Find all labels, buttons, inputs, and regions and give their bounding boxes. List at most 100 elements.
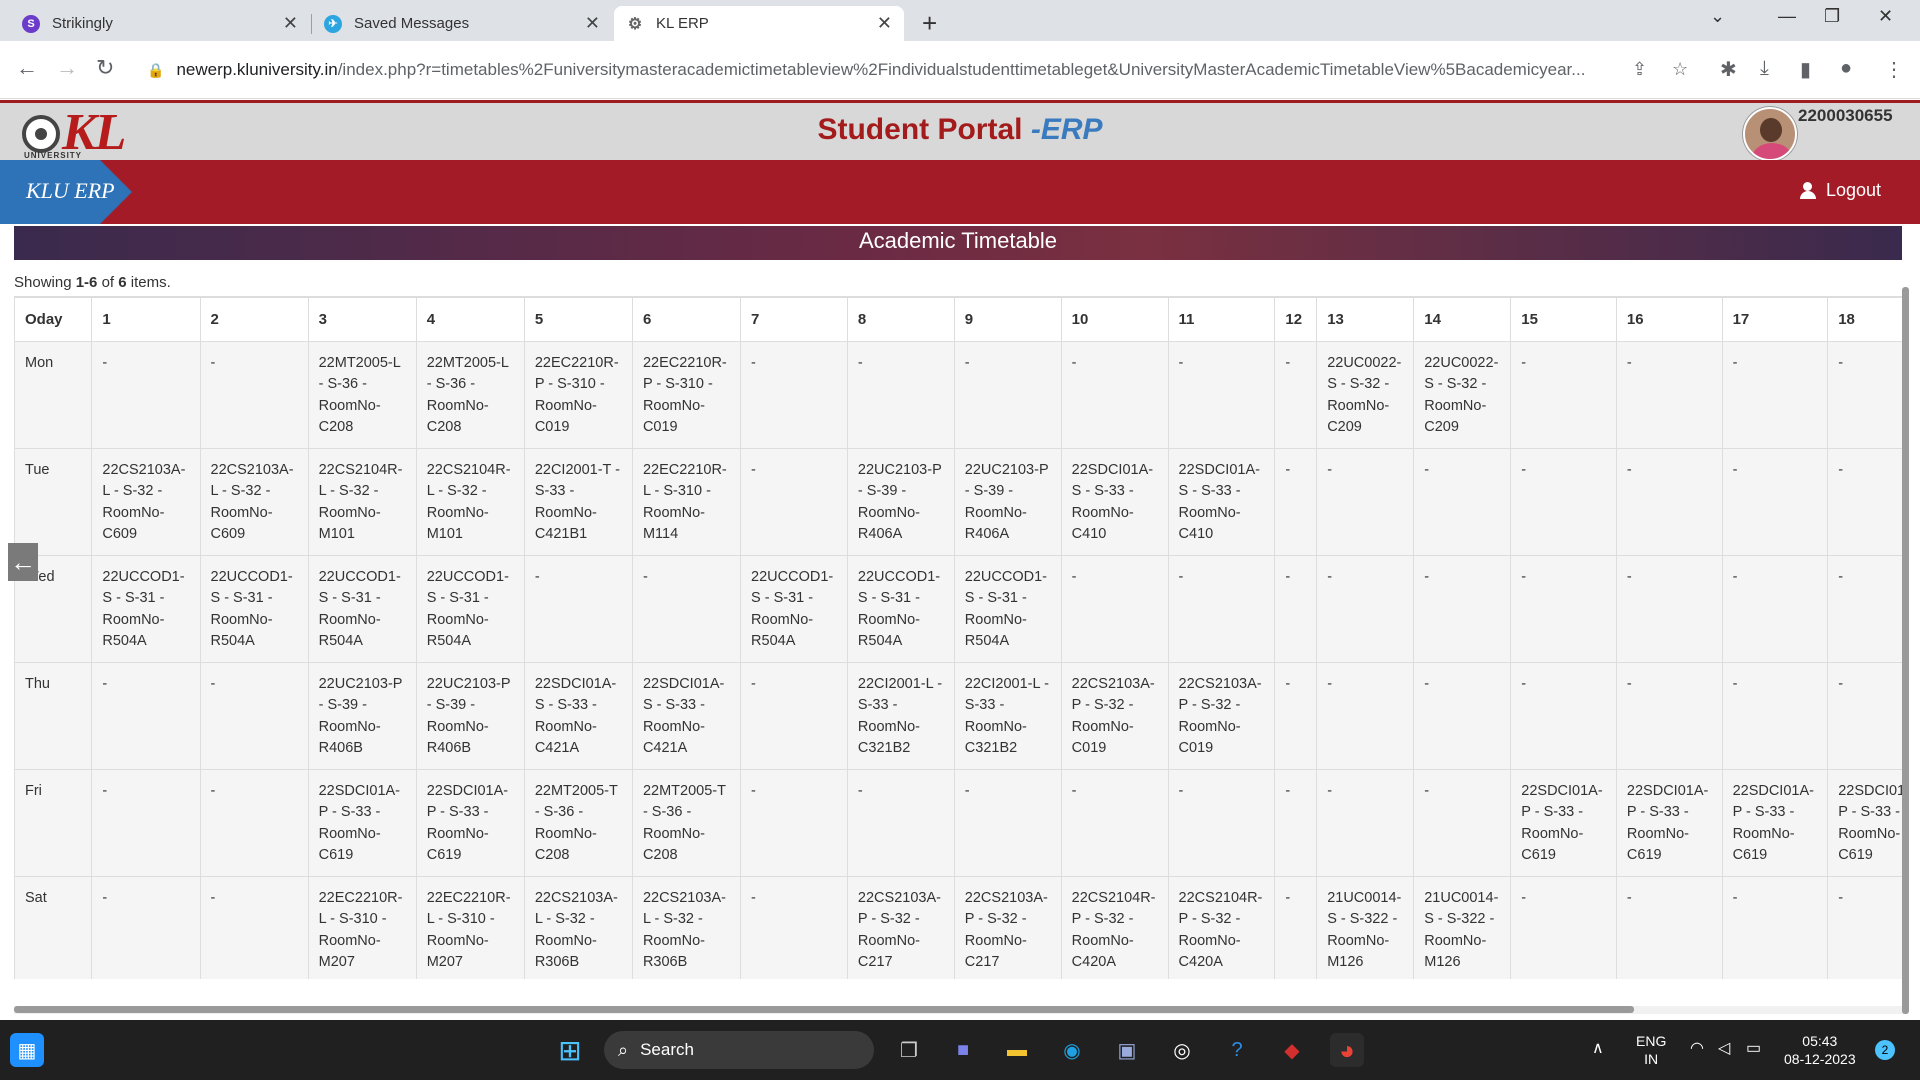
chrome-icon[interactable]: ◕ <box>1330 1033 1364 1067</box>
column-header-period[interactable]: 3 <box>307 297 417 342</box>
profile-icon[interactable]: ● <box>1840 57 1852 80</box>
column-header-period[interactable]: 10 <box>1060 297 1169 342</box>
tab-kl-erp[interactable]: ⚙ KL ERP ✕ <box>614 6 904 41</box>
browser-menu-icon[interactable]: ⋮ <box>1884 57 1904 82</box>
extensions-puzzle-icon[interactable]: ✱ <box>1720 57 1737 82</box>
reload-icon[interactable]: ↻ <box>96 55 114 81</box>
back-arrow-icon[interactable]: ← <box>16 55 38 81</box>
column-header-period[interactable]: 6 <box>631 297 742 342</box>
navbar: KLU ERP Logout <box>0 160 1920 224</box>
help-icon[interactable]: ? <box>1220 1033 1254 1067</box>
share-icon[interactable]: ⇪ <box>1632 59 1647 80</box>
lock-icon: 🔒 <box>147 61 165 78</box>
summary-range: 1-6 <box>75 274 98 291</box>
period-cell: - <box>1060 769 1169 877</box>
period-cell: - <box>953 341 1062 449</box>
period-cell: - <box>631 555 742 663</box>
column-header-period[interactable]: 18 <box>1827 297 1902 342</box>
column-header-period[interactable]: 13 <box>1316 297 1415 342</box>
store-icon[interactable]: ▣ <box>1110 1033 1144 1067</box>
column-header-period[interactable]: 7 <box>740 297 848 342</box>
new-tab-button[interactable]: + <box>922 8 937 39</box>
column-header-period[interactable]: 1 <box>91 297 201 342</box>
tab-title: Saved Messages <box>354 15 470 32</box>
period-cell: - <box>1274 341 1318 449</box>
logout-button[interactable]: Logout <box>1800 180 1881 201</box>
file-explorer-icon[interactable]: ▬ <box>1000 1033 1034 1067</box>
user-icon <box>1800 181 1822 200</box>
column-header-period[interactable]: 16 <box>1615 297 1723 342</box>
avatar[interactable] <box>1743 107 1797 161</box>
period-cell: - <box>1827 876 1902 979</box>
column-header-period[interactable]: 9 <box>953 297 1062 342</box>
column-header-period[interactable]: 14 <box>1413 297 1512 342</box>
period-cell: - <box>1316 662 1415 770</box>
taskbar-search[interactable]: ⌕ Search <box>604 1031 874 1069</box>
brand-link[interactable]: KLU ERP <box>0 160 132 224</box>
column-header-period[interactable]: 12 <box>1274 297 1318 342</box>
title-accent: -ERP <box>1030 113 1103 146</box>
close-tab-icon[interactable]: ✕ <box>877 13 892 34</box>
tab-saved-messages[interactable]: ✈ Saved Messages ✕ <box>312 6 612 41</box>
lang-line2: IN <box>1644 1051 1659 1067</box>
start-icon[interactable]: ⊞ <box>553 1033 587 1067</box>
bookmark-star-icon[interactable]: ☆ <box>1672 59 1688 80</box>
mcafee-icon[interactable]: ◆ <box>1275 1033 1309 1067</box>
language-indicator[interactable]: ENG IN <box>1636 1032 1666 1068</box>
column-header-period[interactable]: 5 <box>523 297 633 342</box>
period-cell: - <box>846 769 955 877</box>
column-header-period[interactable]: 15 <box>1510 297 1617 342</box>
lang-line1: ENG <box>1636 1033 1667 1049</box>
column-header-period[interactable]: 8 <box>846 297 955 342</box>
task-view-icon[interactable]: ❐ <box>892 1033 926 1067</box>
horizontal-scrollbar[interactable] <box>14 1006 1634 1013</box>
column-header-period[interactable]: 11 <box>1167 297 1276 342</box>
user-id: 2200030655 <box>1798 106 1893 125</box>
column-header-period[interactable]: 17 <box>1721 297 1829 342</box>
wifi-icon[interactable]: ◠ <box>1690 1040 1704 1058</box>
download-icon[interactable]: ⤓ <box>1760 57 1769 80</box>
period-cell: 22SDCI01A-P - S-33 - RoomNo-C619 <box>415 769 525 877</box>
close-tab-icon[interactable]: ✕ <box>283 13 298 34</box>
tab-strikingly[interactable]: S Strikingly ✕ <box>10 6 310 41</box>
column-header-period[interactable]: 2 <box>199 297 309 342</box>
battery-icon[interactable]: ▭ <box>1746 1040 1761 1058</box>
teams-icon[interactable]: ■ <box>946 1033 980 1067</box>
period-cell: - <box>1060 555 1169 663</box>
notification-badge[interactable]: 2 <box>1875 1040 1895 1060</box>
tray-chevron-icon[interactable]: ∧ <box>1592 1040 1604 1058</box>
period-cell: - <box>740 662 848 770</box>
period-cell: - <box>1721 555 1829 663</box>
period-cell: 22SDCI01A-P - S-33 - RoomNo-C619 <box>1721 769 1829 877</box>
items-summary: Showing 1-6 of 6 items. <box>14 274 171 291</box>
widgets-icon[interactable]: ▦ <box>10 1033 44 1067</box>
volume-icon[interactable]: ◁ <box>1718 1040 1730 1058</box>
forward-arrow-icon[interactable]: → <box>56 55 78 81</box>
url-field[interactable]: 🔒 newerp.kluniversity.in/index.php?r=tim… <box>135 52 1695 88</box>
column-header-period[interactable]: 4 <box>415 297 525 342</box>
minimize-icon[interactable]: — <box>1778 6 1796 27</box>
maximize-icon[interactable]: ❐ <box>1824 6 1840 27</box>
edge-icon[interactable]: ◉ <box>1055 1033 1089 1067</box>
search-label: Search <box>640 1040 694 1059</box>
close-window-icon[interactable]: ✕ <box>1878 6 1893 27</box>
period-cell: - <box>740 341 848 449</box>
vertical-scrollbar[interactable] <box>1902 287 1909 1014</box>
period-cell: 22UC2103-P - S-39 - RoomNo-R406A <box>846 448 955 556</box>
period-cell: 22UCCOD1-S - S-31 - RoomNo-R504A <box>91 555 201 663</box>
timetable-scroll-area[interactable]: Oday 1 2 3 4 5 6 7 8 9 10 11 12 13 14 15 16 17 18 Mon - -22M… <box>14 296 1902 979</box>
close-tab-icon[interactable]: ✕ <box>585 13 600 34</box>
period-cell: 22CS2103A-L - S-32 - RoomNo-C609 <box>91 448 201 556</box>
back-arrow-icon[interactable]: ← <box>8 543 38 581</box>
tab-search-chevron-icon[interactable]: ⌄ <box>1710 6 1725 27</box>
period-cell: 22CI2001-L - S-33 - RoomNo-C321B2 <box>846 662 955 770</box>
clock[interactable]: 05:43 08-12-2023 <box>1784 1032 1856 1068</box>
period-cell: - <box>1827 448 1902 556</box>
column-header-day[interactable]: Oday <box>14 297 93 342</box>
url-path: /index.php?r=timetables%2Funiversitymast… <box>337 60 1586 79</box>
period-cell: 22UC0022-S - S-32 - RoomNo-C209 <box>1413 341 1512 449</box>
app-icon[interactable]: ◎ <box>1165 1033 1199 1067</box>
side-panel-icon[interactable]: ▮ <box>1800 57 1811 82</box>
period-cell: 22SDCI01A-S - S-33 - RoomNo-C410 <box>1167 448 1276 556</box>
period-cell: - <box>1316 555 1415 663</box>
